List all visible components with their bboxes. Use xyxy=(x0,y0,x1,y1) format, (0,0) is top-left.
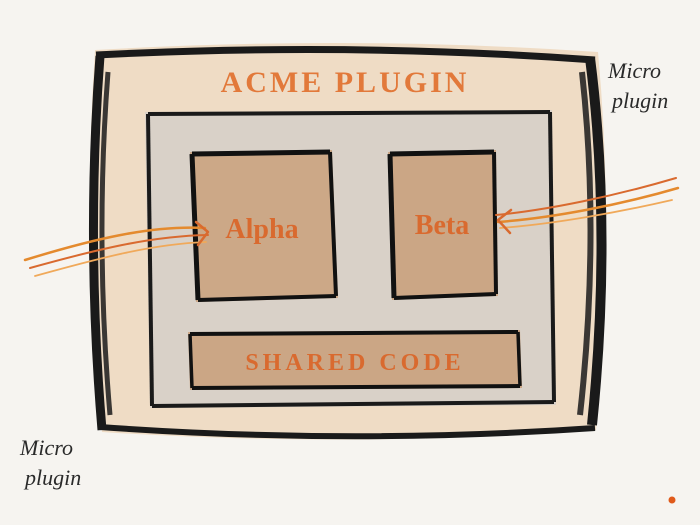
alpha-box: Alpha xyxy=(190,150,338,302)
beta-box: Beta xyxy=(388,150,498,300)
shared-label: SHARED CODE xyxy=(245,350,464,376)
alpha-label: Alpha xyxy=(225,214,298,245)
annotation-left: Micro plugin xyxy=(19,435,81,490)
shared-box: SHARED CODE xyxy=(188,330,522,390)
beta-label: Beta xyxy=(415,210,469,241)
annotation-right: Micro plugin xyxy=(607,58,668,113)
diagram-canvas: ACME PLUGIN Alpha Beta SHARED CODE xyxy=(0,0,700,525)
tool-dot xyxy=(669,497,676,504)
diagram-title: ACME PLUGIN xyxy=(221,66,470,99)
